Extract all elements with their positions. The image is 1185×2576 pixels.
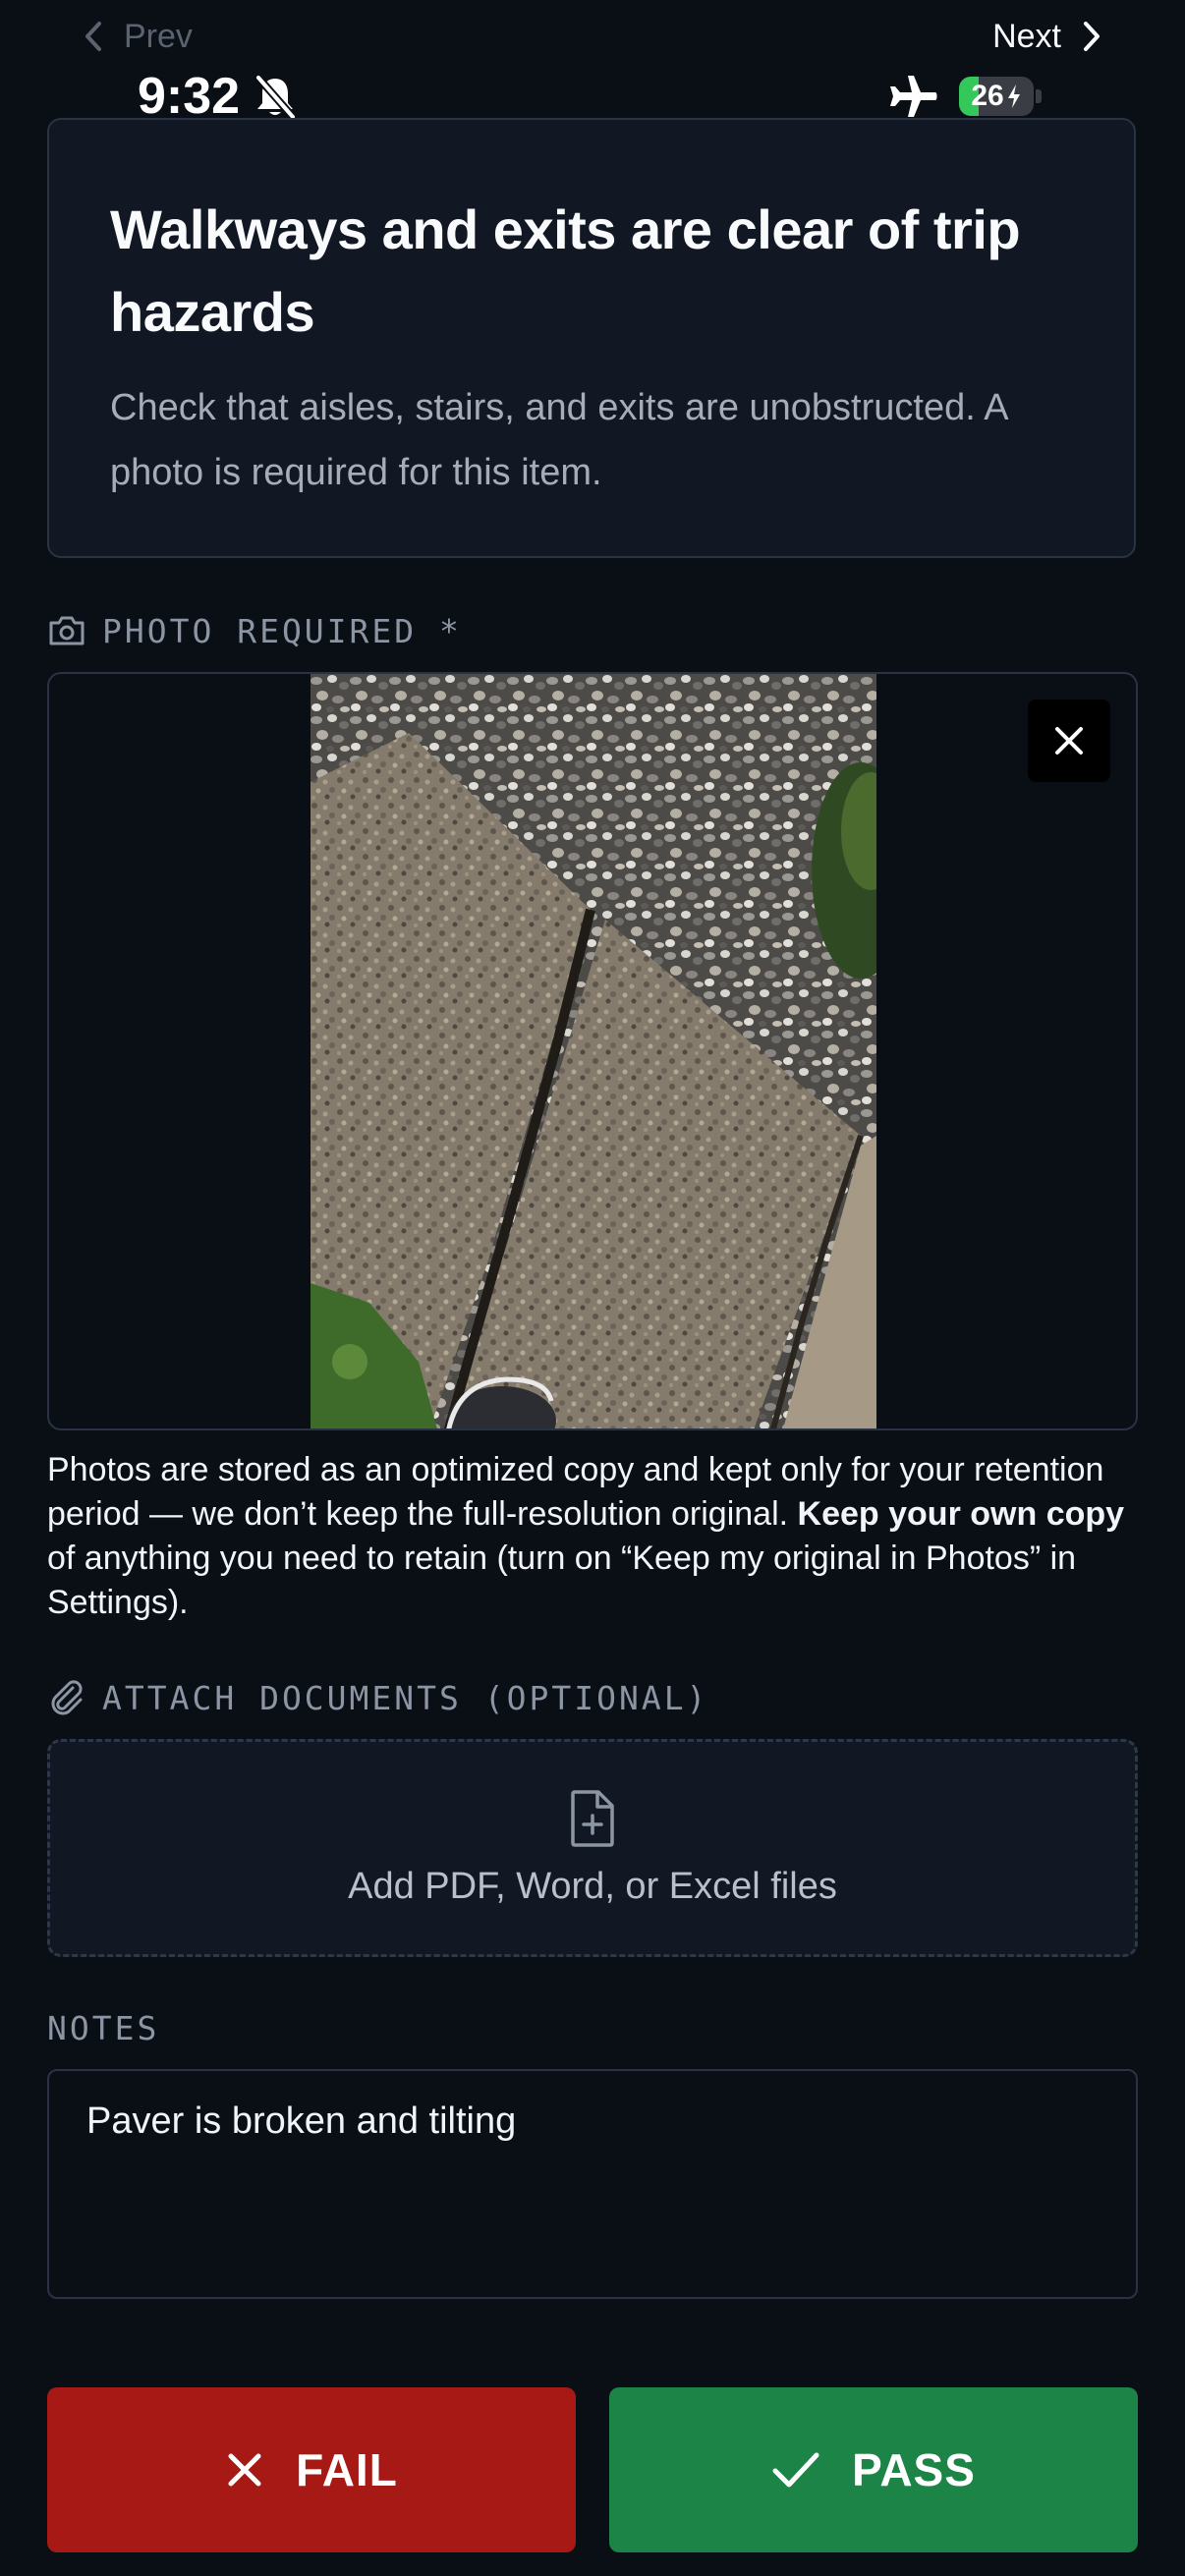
airplane-icon: [890, 76, 937, 117]
checklist-item-card: Walkways and exits are clear of trip haz…: [47, 118, 1136, 558]
notes-textarea[interactable]: Paver is broken and tilting: [47, 2069, 1138, 2299]
attach-section-title: ATTACH DOCUMENTS (OPTIONAL): [102, 1678, 709, 1717]
attach-documents-dropzone[interactable]: Add PDF, Word, or Excel files: [47, 1739, 1138, 1957]
next-label: Next: [992, 17, 1061, 55]
battery-percent: 26: [971, 80, 1004, 112]
photo-section-title: PHOTO REQUIRED *: [102, 611, 462, 650]
battery-indicator: 26: [959, 77, 1034, 116]
bell-slash-icon: [255, 75, 297, 119]
pass-label: PASS: [852, 2444, 976, 2495]
dropzone-text: Add PDF, Word, or Excel files: [348, 1865, 837, 1907]
x-icon: [228, 2453, 261, 2487]
item-title: Walkways and exits are clear of trip haz…: [110, 198, 1021, 343]
camera-icon: [49, 616, 85, 645]
charging-bolt-icon: [1007, 84, 1020, 108]
prev-label: Prev: [124, 17, 193, 55]
notes-title: NOTES: [47, 2008, 160, 2047]
notes-section-label: NOTES: [47, 2006, 159, 2049]
chevron-right-icon: [1084, 22, 1100, 51]
fail-label: FAIL: [296, 2444, 398, 2495]
status-time: 9:32: [138, 68, 241, 125]
pass-button[interactable]: PASS: [609, 2387, 1138, 2552]
photo-note-text-2: of anything you need to retain (turn on …: [47, 1540, 1077, 1621]
chevron-left-icon: [85, 22, 101, 51]
file-plus-icon: [571, 1789, 614, 1847]
prev-button[interactable]: Prev: [83, 14, 193, 59]
status-time-group: 9:32: [138, 67, 297, 126]
photo-section-label: PHOTO REQUIRED *: [47, 609, 462, 652]
photo-preview[interactable]: [47, 672, 1138, 1430]
photo-note-bold: Keep your own copy: [797, 1495, 1125, 1533]
notes-value: Paver is broken and tilting: [86, 2100, 517, 2142]
remove-photo-button[interactable]: [1028, 700, 1110, 782]
check-icon: [772, 2452, 819, 2488]
next-button[interactable]: Next: [992, 14, 1102, 59]
battery-cap: [1036, 89, 1042, 103]
paperclip-icon: [51, 1680, 83, 1715]
status-indicators: 26: [888, 71, 1042, 122]
photo-retention-note: Photos are stored as an optimized copy a…: [47, 1448, 1148, 1625]
uploaded-photo: [310, 674, 876, 1428]
item-description: Check that aisles, stairs, and exits are…: [110, 387, 1007, 493]
close-icon: [1055, 727, 1083, 755]
fail-button[interactable]: FAIL: [47, 2387, 576, 2552]
attach-section-label: ATTACH DOCUMENTS (OPTIONAL): [47, 1676, 708, 1719]
